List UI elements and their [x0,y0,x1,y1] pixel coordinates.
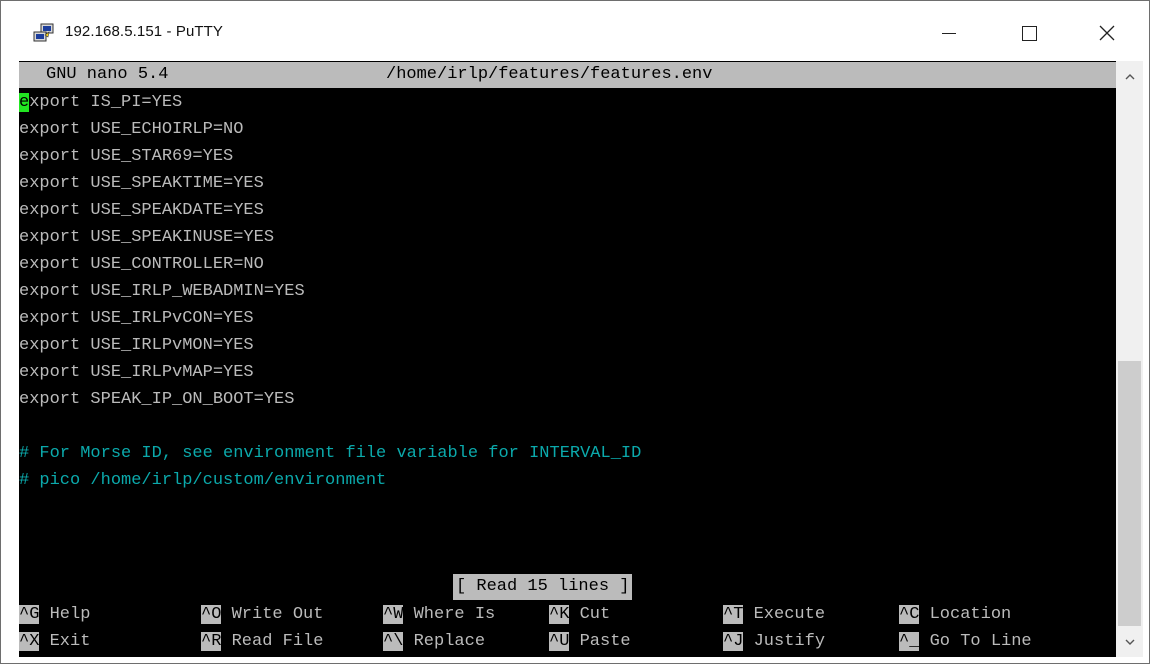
shortcut-key: ^R [201,632,222,651]
file-line: export SPEAK_IP_ON_BOOT=YES [19,390,295,409]
shortcut-read-file[interactable]: ^R Read File [201,628,323,655]
shortcut-label: Execute [753,605,826,624]
file-line-text: xport IS_PI=YES [29,93,183,112]
shortcut-key: ^O [201,605,222,624]
putty-icon [33,23,54,42]
minimize-button[interactable] [921,13,977,53]
nano-version: GNU nano 5.4 [46,65,169,84]
shortcut-key: ^\ [383,632,404,651]
shortcut-where-is[interactable]: ^W Where Is [383,601,495,628]
shortcut-key: ^C [899,605,920,624]
shortcut-label: Location [929,605,1012,624]
shortcut-label: Replace [413,632,486,651]
close-icon [1099,25,1115,41]
file-line: export USE_CONTROLLER=NO [19,255,264,274]
shortcut-label: Cut [579,605,611,624]
shortcut-key: ^W [383,605,404,624]
minimize-icon [942,32,956,34]
comment-line: # pico /home/irlp/custom/environment [19,471,387,490]
scroll-down-button[interactable] [1116,628,1143,655]
file-line: export USE_SPEAKINUSE=YES [19,228,275,247]
terminal-area[interactable]: GNU nano 5.4/home/irlp/features/features… [19,61,1116,657]
shortcut-label: Paste [579,632,631,651]
shortcut-label: Go To Line [929,632,1032,651]
maximize-button[interactable] [1001,13,1057,53]
shortcut-key: ^K [549,605,570,624]
shortcut-cut[interactable]: ^K Cut [549,601,610,628]
file-line: export IS_PI=YES [19,89,182,116]
shortcut-key: ^X [19,632,40,651]
vertical-scrollbar[interactable] [1116,61,1143,657]
shortcut-label: Read File [231,632,324,651]
shortcut-label: Write Out [231,605,324,624]
scrollbar-thumb[interactable] [1118,361,1141,626]
putty-window: 192.168.5.151 - PuTTY GNU nano 5.4/home/… [0,0,1150,664]
shortcut-replace[interactable]: ^\ Replace [383,628,485,655]
file-line: export USE_IRLPvMON=YES [19,336,254,355]
title-bar[interactable]: 192.168.5.151 - PuTTY [1,1,1149,61]
shortcut-write-out[interactable]: ^O Write Out [201,601,323,628]
file-line: export USE_STAR69=YES [19,147,234,166]
shortcut-label: Help [49,605,91,624]
window-title: 192.168.5.151 - PuTTY [65,23,224,40]
file-line: export USE_SPEAKDATE=YES [19,201,264,220]
file-line: export USE_SPEAKTIME=YES [19,174,264,193]
shortcut-label: Where Is [413,605,496,624]
scroll-up-button[interactable] [1116,63,1143,90]
shortcut-key: ^G [19,605,40,624]
close-button[interactable] [1079,13,1135,53]
maximize-icon [1021,25,1037,41]
shortcut-execute[interactable]: ^T Execute [723,601,825,628]
nano-header-bar: GNU nano 5.4/home/irlp/features/features… [19,62,1116,88]
shortcut-justify[interactable]: ^J Justify [723,628,825,655]
status-message: [ Read 15 lines ] [453,574,633,600]
nano-file-path: /home/irlp/features/features.env [386,65,713,84]
shortcut-label: Justify [753,632,826,651]
shortcut-location[interactable]: ^C Location [899,601,1011,628]
chevron-up-icon [1125,73,1134,79]
shortcut-key: ^U [549,632,570,651]
shortcut-label: Exit [49,632,91,651]
shortcut-help[interactable]: ^G Help [19,601,90,628]
shortcut-key: ^T [723,605,744,624]
comment-line: # For Morse ID, see environment file var… [19,444,642,463]
file-line: export USE_IRLPvCON=YES [19,309,254,328]
shortcut-key: ^J [723,632,744,651]
shortcut-go-to-line[interactable]: ^_ Go To Line [899,628,1032,655]
shortcut-exit[interactable]: ^X Exit [19,628,90,655]
file-line: export USE_ECHOIRLP=NO [19,120,244,139]
chevron-down-icon [1125,639,1134,645]
file-line: export USE_IRLPvMAP=YES [19,363,254,382]
shortcut-paste[interactable]: ^U Paste [549,628,631,655]
shortcut-key: ^_ [899,632,920,651]
file-line: export USE_IRLP_WEBADMIN=YES [19,282,305,301]
text-cursor: e [19,93,30,112]
